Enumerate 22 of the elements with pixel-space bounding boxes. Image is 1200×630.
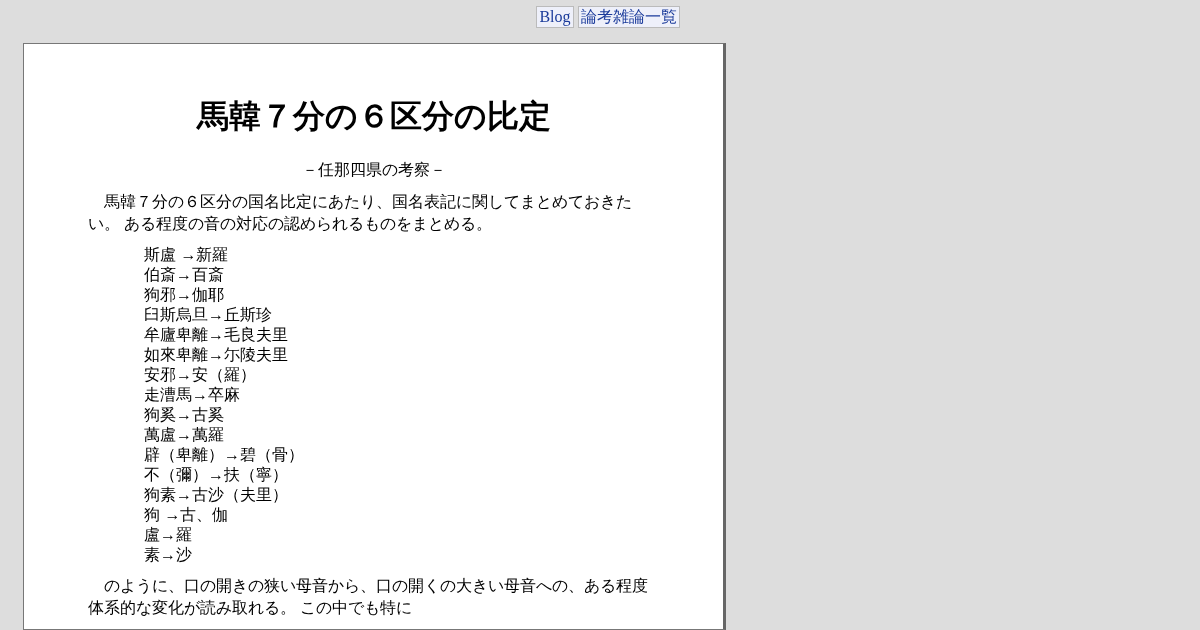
- correspondence-line: 不（彌）→扶（寧）: [144, 465, 289, 485]
- correspondence-line: 伯斎→百斎: [144, 265, 225, 285]
- nav-link[interactable]: Blog: [536, 6, 574, 28]
- correspondence-line: 安邪→安（羅）: [144, 365, 257, 385]
- correspondence-line: 狗素→古沙（夫里）: [144, 485, 289, 505]
- intro-paragraph: 馬韓７分の６区分の国名比定にあたり、国名表記に関してまとめておきたい。 ある程度の音の対応の認められるものをまとめる。: [88, 192, 633, 234]
- correspondence-line: 狗 →古、伽: [144, 505, 230, 525]
- correspondence-line: 狗邪→伽耶: [144, 285, 225, 305]
- correspondence-line: 牟廬卑離→毛良夫里: [144, 325, 289, 345]
- article-subtitle: －任那四県の考察－: [301, 160, 447, 180]
- correspondence-line: 盧→羅: [144, 525, 193, 545]
- correspondence-line: 臼斯烏旦→丘斯珍: [144, 305, 273, 325]
- article-title: 馬韓７分の６区分の比定: [195, 97, 552, 136]
- correspondence-line: 素→沙: [144, 545, 193, 565]
- correspondence-line: 走漕馬→卒麻: [144, 385, 241, 405]
- nav-link[interactable]: 論考雑論一覧: [577, 6, 680, 28]
- correspondence-line: 狗奚→古奚: [144, 405, 225, 425]
- correspondence-line: 辟（卑離）→碧（骨）: [144, 445, 305, 465]
- correspondence-line: 斯盧 →新羅: [144, 245, 230, 265]
- correspondence-line: 萬盧→萬羅: [144, 425, 225, 445]
- correspondence-line: 如來卑離→尓陵夫里: [144, 345, 289, 365]
- conclusion-paragraph: のように、口の開きの狭い母音から、口の開くの大きい母音への、ある程度体系的な変化が読み取れる。 この中でも特に: [88, 576, 649, 618]
